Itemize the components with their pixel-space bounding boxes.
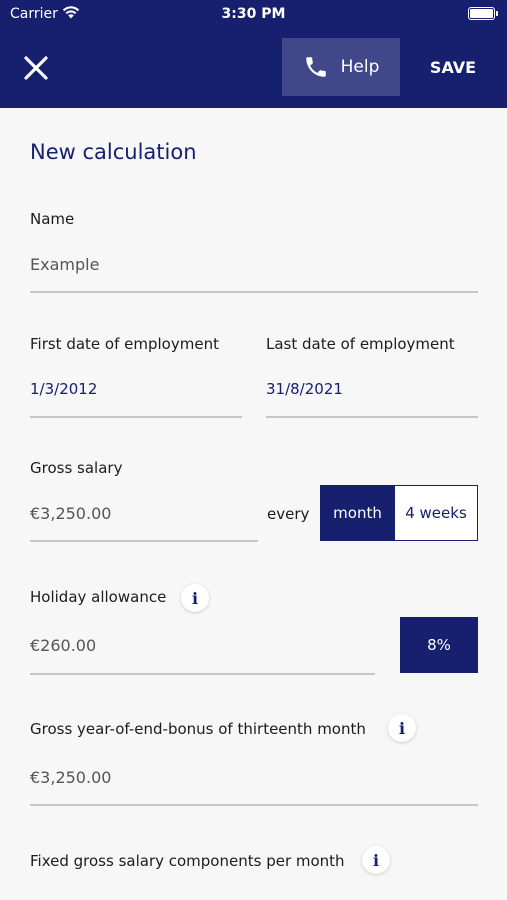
battery-icon: [468, 7, 498, 20]
page-title: New calculation: [30, 140, 197, 164]
gross-salary-label: Gross salary: [30, 459, 123, 477]
help-label: Help: [340, 57, 380, 77]
info-icon[interactable]: i: [388, 714, 416, 742]
close-button[interactable]: [18, 50, 54, 86]
info-icon[interactable]: i: [362, 846, 390, 874]
bonus-underline: [30, 804, 478, 806]
status-bar: Carrier 3:30 PM: [0, 0, 507, 28]
name-input[interactable]: Example: [30, 255, 99, 274]
first-date-label: First date of employment: [30, 335, 219, 353]
gross-salary-underline: [30, 540, 258, 542]
period-option-month[interactable]: month: [320, 485, 395, 541]
holiday-allowance-input[interactable]: €260.00: [30, 636, 96, 655]
holiday-allowance-underline: [30, 673, 375, 675]
first-date-field[interactable]: 1/3/2012: [30, 380, 97, 398]
name-label: Name: [30, 210, 75, 228]
bonus-input[interactable]: €3,250.00: [30, 768, 111, 787]
status-time: 3:30 PM: [221, 6, 286, 22]
name-underline: [30, 291, 478, 293]
first-date-underline: [30, 416, 242, 418]
save-button[interactable]: SAVE: [420, 38, 486, 96]
holiday-allowance-label: Holiday allowance: [30, 588, 167, 606]
last-date-underline: [266, 416, 478, 418]
last-date-field[interactable]: 31/8/2021: [266, 380, 343, 398]
gross-salary-input[interactable]: €3,250.00: [30, 504, 111, 523]
close-icon: [24, 56, 48, 80]
bonus-label: Gross year-of-end-bonus of thirteenth mo…: [30, 720, 366, 738]
info-icon[interactable]: i: [181, 584, 209, 612]
phone-icon: [305, 57, 326, 77]
every-label: every: [267, 505, 310, 523]
calculation-form: New calculation Name Example First date …: [0, 108, 507, 900]
help-button[interactable]: Help: [282, 38, 400, 96]
holiday-percent-button[interactable]: 8%: [400, 617, 478, 673]
fixed-components-label: Fixed gross salary components per month: [30, 852, 345, 870]
period-option-4-weeks[interactable]: 4 weeks: [394, 485, 478, 541]
nav-bar: Help SAVE: [0, 28, 507, 108]
last-date-label: Last date of employment: [266, 335, 455, 353]
